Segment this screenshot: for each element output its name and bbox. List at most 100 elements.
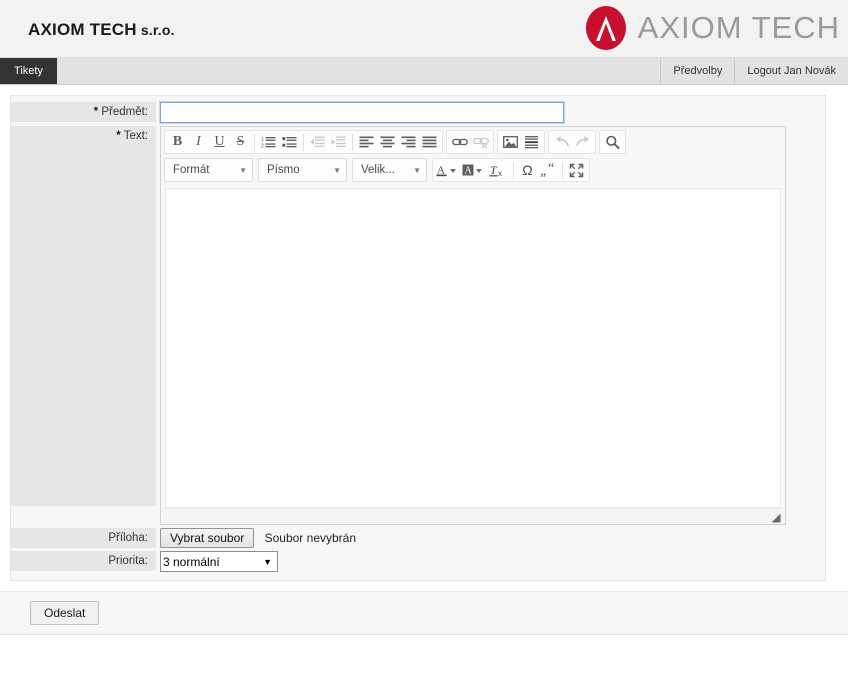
toolbar-group-history: [548, 130, 596, 154]
logout-link-label: Logout Jan Novák: [747, 65, 836, 77]
underline-icon[interactable]: U: [209, 132, 230, 152]
subject-label: * Předmět:: [11, 102, 156, 122]
page-content: * Předmět: * Text: B I U S 1 2 Formát ▼ …: [0, 95, 848, 635]
font-combo[interactable]: Písmo ▼: [258, 158, 347, 182]
company-name: AXIOM TECH s.r.o.: [28, 20, 175, 40]
svg-text:“: “: [548, 163, 554, 176]
priority-field-cell: 3 normální ▼: [156, 551, 825, 572]
chevron-down-icon: ▼: [333, 165, 341, 175]
svg-text:A: A: [465, 165, 473, 176]
italic-icon[interactable]: I: [188, 132, 209, 152]
toolbar-separator: [254, 133, 255, 151]
navbar-spacer: [57, 58, 660, 84]
subject-input[interactable]: [159, 101, 565, 124]
submit-button[interactable]: Odeslat: [30, 601, 100, 625]
attachment-field-cell: Vybrat soubor Soubor nevybrán: [156, 528, 825, 548]
bold-icon[interactable]: B: [167, 132, 188, 152]
special-character-icon[interactable]: Ω: [517, 160, 538, 180]
chevron-down-icon: ▼: [263, 556, 272, 567]
ticket-form-panel: * Předmět: * Text: B I U S 1 2 Formát ▼ …: [10, 95, 826, 581]
axiom-a-mark-icon: [583, 5, 629, 51]
toolbar-group-basic-styles: B I U S 1 2: [164, 130, 443, 154]
toolbar-separator: [303, 133, 304, 151]
toolbar-group-links: [446, 130, 494, 154]
form-row-subject: * Předmět:: [11, 101, 825, 124]
redo-icon[interactable]: [572, 132, 593, 152]
horizontal-rule-icon[interactable]: [521, 132, 542, 152]
image-icon[interactable]: [500, 132, 521, 152]
choose-file-button[interactable]: Vybrat soubor: [160, 528, 255, 548]
toolbar-group-insert: [497, 130, 545, 154]
form-row-text: * Text: B I U S 1 2 Formát ▼ Písmo ▼ Vel…: [11, 126, 825, 525]
toolbar-separator: [513, 161, 514, 179]
outdent-icon[interactable]: [307, 132, 328, 152]
editor-content-area[interactable]: [165, 188, 781, 508]
svg-text:1: 1: [261, 137, 264, 143]
maximize-icon[interactable]: [566, 160, 587, 180]
company-name-main: AXIOM TECH: [28, 20, 137, 39]
resize-grip-icon[interactable]: [771, 512, 781, 523]
background-color-icon[interactable]: A: [461, 160, 487, 180]
text-label: * Text:: [11, 126, 156, 506]
main-navbar: Tikety Předvolby Logout Jan Novák: [0, 58, 848, 85]
text-color-icon[interactable]: A: [435, 160, 461, 180]
svg-text:„: „: [540, 164, 546, 178]
priority-select[interactable]: 3 normální ▼: [160, 551, 278, 572]
bulleted-list-icon[interactable]: [279, 132, 300, 152]
align-left-icon[interactable]: [356, 132, 377, 152]
editor-toolbar-row-1: B I U S 1 2: [161, 127, 785, 157]
format-combo[interactable]: Formát ▼: [164, 158, 253, 182]
indent-icon[interactable]: [328, 132, 349, 152]
strikethrough-icon[interactable]: S: [230, 132, 251, 152]
numbered-list-icon[interactable]: 1 2: [258, 132, 279, 152]
align-center-icon[interactable]: [377, 132, 398, 152]
svg-text:T: T: [490, 163, 498, 177]
preferences-link-label: Předvolby: [673, 65, 723, 77]
form-row-attachment: Příloha: Vybrat soubor Soubor nevybrán: [11, 528, 825, 548]
toolbar-group-find: [599, 130, 626, 154]
text-label-text: Text:: [123, 130, 148, 142]
attachment-label: Příloha:: [11, 528, 156, 548]
subject-label-text: Předmět:: [101, 106, 148, 118]
svg-text:2: 2: [261, 144, 264, 150]
form-row-priority: Priorita: 3 normální ▼: [11, 551, 825, 572]
file-status-text: Soubor nevybrán: [264, 531, 357, 545]
logout-link[interactable]: Logout Jan Novák: [734, 58, 848, 84]
font-combo-label: Písmo: [267, 164, 300, 176]
submit-panel: Odeslat: [0, 591, 848, 635]
text-required-mark: *: [116, 130, 121, 142]
blockquote-icon[interactable]: „ “: [538, 160, 559, 180]
editor-toolbar-row-2: Formát ▼ Písmo ▼ Velik... ▼ A A T x Ω „ …: [161, 157, 785, 186]
format-combo-label: Formát: [173, 164, 210, 176]
rich-text-editor: B I U S 1 2 Formát ▼ Písmo ▼ Velik... ▼ …: [160, 126, 786, 525]
brand-wordmark: AXIOM TECH: [637, 10, 840, 45]
unlink-icon[interactable]: [470, 132, 491, 152]
attachment-label-text: Příloha:: [108, 532, 148, 544]
nav-tab-label: Tikety: [14, 65, 43, 77]
toolbar-separator: [352, 133, 353, 151]
company-name-suffix: s.r.o.: [136, 22, 175, 38]
find-icon[interactable]: [602, 132, 623, 152]
svg-text:x: x: [498, 169, 502, 178]
priority-label: Priorita:: [11, 551, 156, 571]
undo-icon[interactable]: [551, 132, 572, 152]
fontsize-combo[interactable]: Velik... ▼: [352, 158, 427, 182]
remove-format-icon[interactable]: T x: [487, 160, 510, 180]
fontsize-combo-label: Velik...: [361, 164, 395, 176]
priority-selected-value: 3 normální: [163, 554, 220, 569]
subject-required-mark: *: [93, 106, 99, 118]
editor-footer: [162, 508, 784, 523]
text-field-cell: B I U S 1 2 Formát ▼ Písmo ▼ Velik... ▼ …: [156, 126, 825, 525]
align-right-icon[interactable]: [398, 132, 419, 152]
priority-label-text: Priorita:: [108, 555, 148, 567]
nav-tab-tikety[interactable]: Tikety: [0, 58, 57, 84]
link-icon[interactable]: [449, 132, 470, 152]
brand-logo: AXIOM TECH: [583, 5, 840, 51]
align-justify-icon[interactable]: [419, 132, 440, 152]
preferences-link[interactable]: Předvolby: [660, 58, 734, 84]
chevron-down-icon: ▼: [239, 165, 247, 175]
toolbar-group-colors: A A T x Ω „ “: [432, 158, 590, 182]
page-header: AXIOM TECH s.r.o. AXIOM TECH: [0, 0, 848, 58]
chevron-down-icon: ▼: [413, 165, 421, 175]
navbar-right-links: Předvolby Logout Jan Novák: [660, 58, 848, 84]
